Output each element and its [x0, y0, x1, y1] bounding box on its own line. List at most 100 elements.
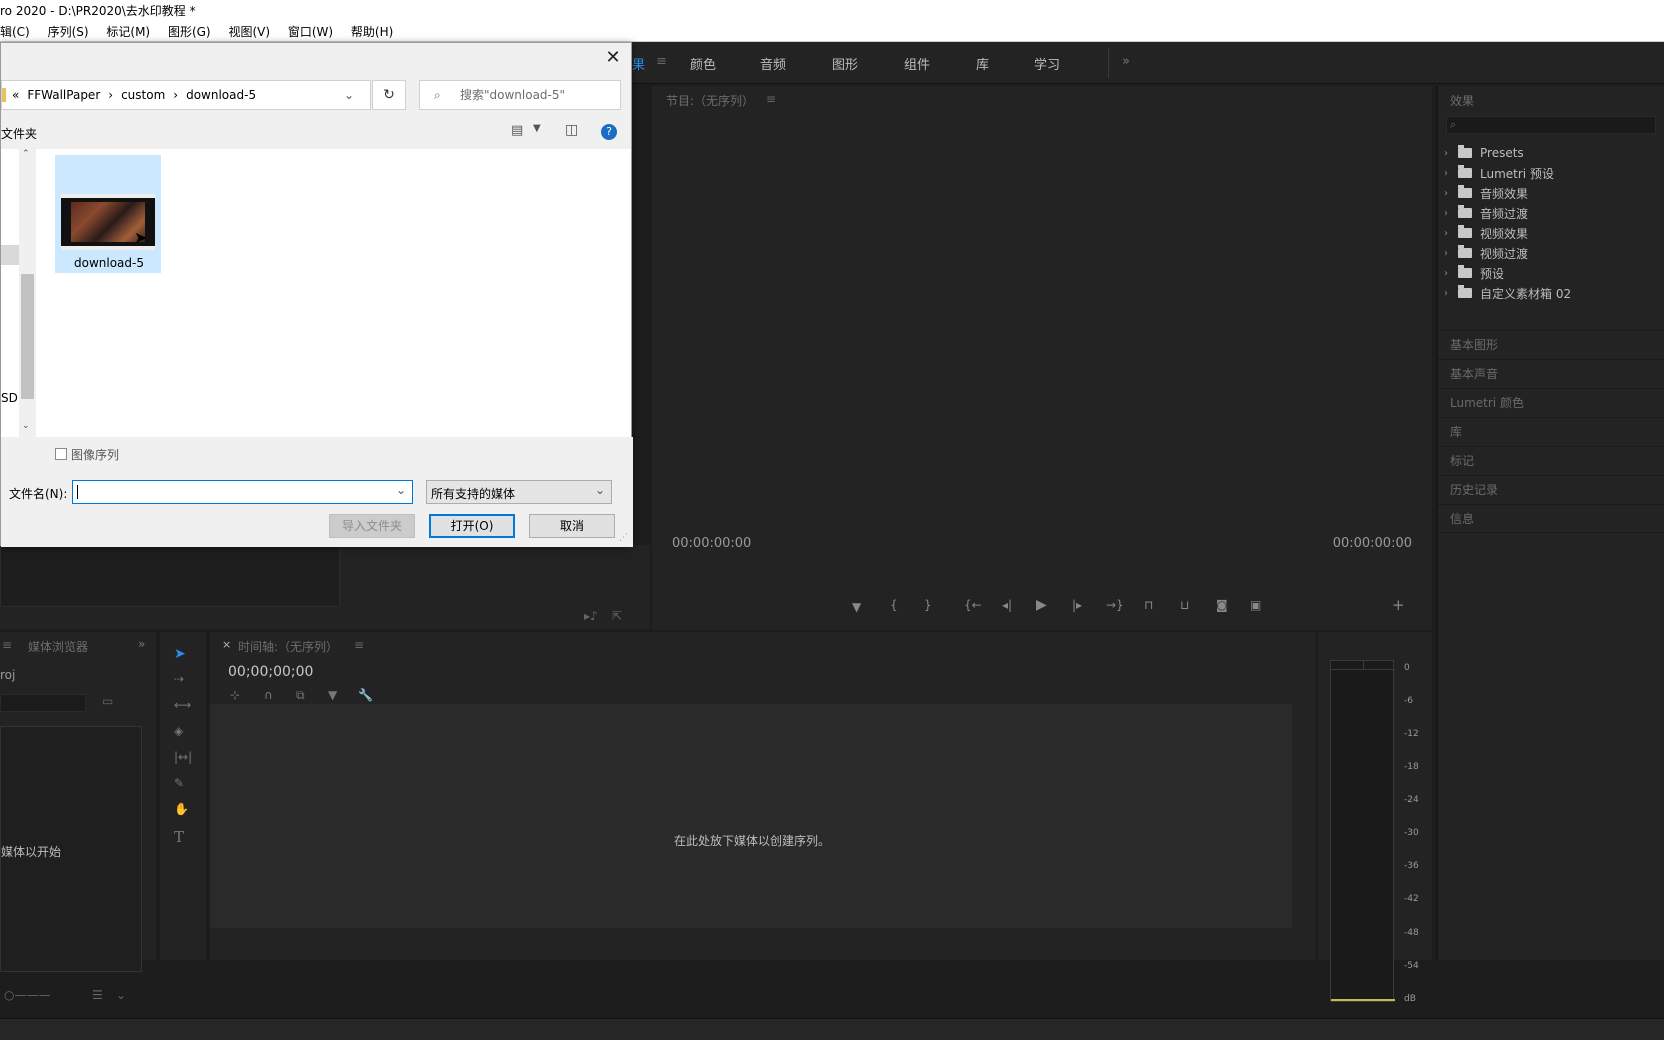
menu-marker[interactable]: 标记(M): [106, 22, 150, 42]
timeline-track-area[interactable]: 在此处放下媒体以创建序列。: [210, 704, 1292, 928]
effects-folder-custom-bin[interactable]: › 自定义素材箱 02: [1444, 283, 1571, 303]
go-to-in-icon[interactable]: {←: [964, 598, 982, 612]
menu-window[interactable]: 窗口(W): [288, 22, 333, 42]
scroll-down-icon[interactable]: ⌄: [22, 421, 30, 431]
effects-search-input[interactable]: ⌕: [1446, 116, 1656, 134]
effects-folder-video-effects[interactable]: › 视频效果: [1444, 223, 1528, 243]
file-item[interactable]: download-5 ➤: [55, 155, 161, 273]
panel-menu-icon[interactable]: ≡: [2, 638, 12, 652]
dialog-close-button[interactable]: ✕: [601, 47, 625, 71]
panel-libraries[interactable]: 库: [1438, 417, 1664, 446]
tab-library[interactable]: 库: [976, 54, 989, 73]
pen-tool-icon[interactable]: ✎: [174, 776, 184, 790]
project-content[interactable]: 媒体以开始: [0, 726, 142, 972]
resize-grip-icon[interactable]: ⋰: [619, 533, 628, 543]
program-screen[interactable]: [652, 114, 1432, 614]
menu-sequence[interactable]: 序列(S): [48, 22, 89, 42]
effects-folder-audio-transitions[interactable]: › 音频过渡: [1444, 203, 1528, 223]
nav-drive-label[interactable]: SD: [1, 391, 18, 405]
chevron-down-icon[interactable]: ⌄: [344, 88, 354, 102]
breadcrumb-back[interactable]: «: [12, 88, 19, 102]
filetype-select[interactable]: 所有支持的媒体 ⌄: [426, 480, 612, 504]
comparison-view-icon[interactable]: ▣: [1250, 598, 1261, 612]
tab-assembly[interactable]: 组件: [904, 54, 930, 73]
step-forward-icon[interactable]: |▸: [1072, 598, 1082, 612]
lift-icon[interactable]: ⊓: [1144, 598, 1153, 612]
selection-tool-icon[interactable]: ➤: [174, 646, 186, 662]
project-search-input[interactable]: [0, 694, 86, 712]
effects-folder-lumetri-presets[interactable]: › Lumetri 预设: [1444, 163, 1554, 183]
view-options-icon[interactable]: ▤: [511, 123, 523, 138]
chevron-down-icon[interactable]: ▼: [533, 123, 541, 134]
chevron-down-icon[interactable]: ⌄: [116, 988, 126, 1002]
nav-selected-item[interactable]: [1, 245, 19, 265]
new-folder-label[interactable]: 文件夹: [1, 125, 37, 142]
ripple-edit-tool-icon[interactable]: ⟷: [174, 698, 191, 712]
panel-info[interactable]: 信息: [1438, 504, 1664, 533]
image-sequence-checkbox[interactable]: [55, 448, 67, 460]
panel-essential-graphics[interactable]: 基本图形: [1438, 330, 1664, 359]
new-bin-icon[interactable]: ▭: [102, 694, 113, 708]
breadcrumb-download-5[interactable]: download-5: [186, 88, 256, 102]
program-timecode-current[interactable]: 00:00:00:00: [672, 536, 751, 551]
go-to-out-icon[interactable]: →}: [1106, 598, 1124, 612]
add-marker-icon[interactable]: ▼: [328, 688, 337, 702]
wrench-icon[interactable]: 🔧: [358, 688, 373, 702]
tab-effects[interactable]: 果: [632, 54, 645, 73]
zoom-slider[interactable]: ○———: [4, 988, 50, 1002]
menu-edit[interactable]: 辑(C): [0, 22, 30, 42]
list-view-icon[interactable]: ☰: [92, 988, 103, 1002]
preview-pane-icon[interactable]: ◫: [565, 122, 578, 138]
play-icon[interactable]: ▶: [1036, 597, 1047, 613]
menu-graphics[interactable]: 图形(G): [168, 22, 211, 42]
tab-media-browser[interactable]: 媒体浏览器: [28, 638, 88, 655]
linked-selection-icon[interactable]: ⧉: [296, 688, 305, 703]
effects-folder-video-transitions[interactable]: › 视频过渡: [1444, 243, 1528, 263]
step-back-icon[interactable]: ◂|: [1002, 598, 1012, 612]
dialog-search-input[interactable]: ⌕ 搜索"download-5": [419, 80, 621, 110]
insert-icon[interactable]: ▸♪: [584, 609, 598, 623]
add-marker-icon[interactable]: ▼: [852, 600, 861, 614]
panel-markers[interactable]: 标记: [1438, 446, 1664, 475]
more-tabs-icon[interactable]: »: [1122, 54, 1130, 69]
effects-folder-presets-cn[interactable]: › 预设: [1444, 263, 1504, 283]
scroll-thumb[interactable]: [21, 274, 34, 399]
filename-input[interactable]: ⌄: [72, 480, 413, 504]
tab-audio[interactable]: 音频: [760, 54, 786, 73]
tab-color[interactable]: 颜色: [690, 54, 716, 73]
tab-graphics[interactable]: 图形: [832, 54, 858, 73]
snap-icon[interactable]: ∩: [264, 688, 273, 702]
mark-out-icon[interactable]: }: [924, 598, 932, 612]
hand-tool-icon[interactable]: ✋: [174, 802, 189, 816]
breadcrumb-separator[interactable]: ›: [108, 88, 113, 102]
chevron-down-icon[interactable]: ⌄: [396, 483, 406, 497]
effects-folder-audio-effects[interactable]: › 音频效果: [1444, 183, 1528, 203]
effects-folder-presets[interactable]: › Presets: [1444, 143, 1524, 163]
tab-menu-icon[interactable]: ≡: [656, 54, 667, 69]
address-bar[interactable]: « FFWallPaper › custom › download-5 ⌄: [1, 80, 371, 110]
camera-icon[interactable]: ◙: [1216, 598, 1228, 612]
panel-menu-icon[interactable]: ≡: [766, 92, 776, 106]
add-button-icon[interactable]: +: [1392, 596, 1405, 614]
panel-menu-icon[interactable]: ≡: [354, 638, 364, 652]
mark-in-icon[interactable]: {: [890, 598, 898, 612]
tab-learning[interactable]: 学习: [1034, 54, 1060, 73]
scroll-up-icon[interactable]: ⌃: [22, 149, 30, 159]
cancel-button[interactable]: 取消: [529, 514, 615, 538]
razor-tool-icon[interactable]: ◈: [174, 724, 183, 738]
panel-history[interactable]: 历史记录: [1438, 475, 1664, 504]
close-icon[interactable]: ×: [222, 638, 231, 651]
track-select-tool-icon[interactable]: ⇢: [174, 672, 184, 686]
menu-help[interactable]: 帮助(H): [351, 22, 393, 42]
slip-tool-icon[interactable]: |↔|: [174, 750, 192, 764]
type-tool-icon[interactable]: T: [174, 828, 184, 846]
more-panels-icon[interactable]: »: [138, 637, 145, 651]
extract-icon[interactable]: ⊔: [1180, 598, 1189, 612]
breadcrumb-custom[interactable]: custom: [121, 88, 165, 102]
breadcrumb-separator[interactable]: ›: [173, 88, 178, 102]
refresh-button[interactable]: ↻: [372, 80, 406, 110]
help-icon[interactable]: ?: [601, 124, 617, 140]
panel-lumetri-color[interactable]: Lumetri 颜色: [1438, 388, 1664, 417]
breadcrumb-ffwallpaper[interactable]: FFWallPaper: [27, 88, 100, 102]
timeline-timecode[interactable]: 00;00;00;00: [228, 664, 313, 680]
